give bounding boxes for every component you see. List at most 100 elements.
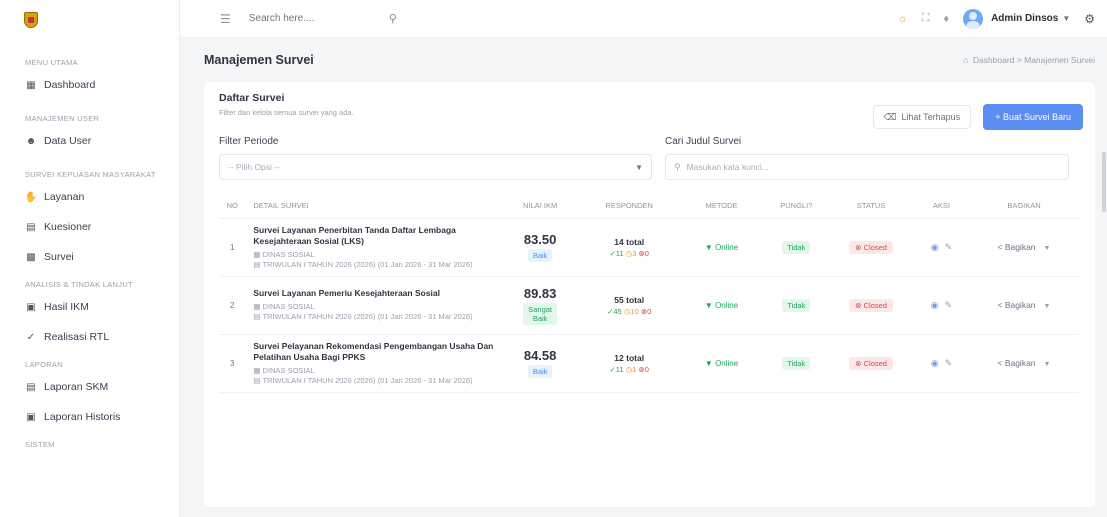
col-bagikan: BAGIKAN xyxy=(968,194,1079,219)
sidebar-item-hasil-ikm[interactable]: ▣ Hasil IKM xyxy=(0,292,179,322)
sidebar-item-realisasi-rtl[interactable]: ✓ Realisasi RTL xyxy=(0,322,179,352)
status-label: Closed xyxy=(863,358,887,368)
sidebar-item-label: Kuesioner xyxy=(44,221,92,233)
responden-total: 55 total xyxy=(614,294,645,305)
sidebar-section-menu-utama: MENU UTAMA xyxy=(25,58,78,67)
resp-red: 0 xyxy=(647,306,652,316)
avatar[interactable] xyxy=(963,8,984,29)
logo-shield-icon xyxy=(24,12,38,28)
global-search-input[interactable] xyxy=(248,13,389,24)
sidebar-item-data-user[interactable]: ☻ Data User xyxy=(0,126,179,156)
chevron-down-icon[interactable]: ▼ xyxy=(1062,14,1070,23)
breadcrumb-home[interactable]: Dashboard xyxy=(973,55,1015,65)
eye-icon[interactable]: ◉ xyxy=(931,242,939,252)
ikm-badge: Baik xyxy=(527,365,553,378)
card-subtitle: Filter dan kelola semua survei yang ada. xyxy=(219,108,354,117)
table-header-row: NO DETAIL SURVEI NILAI IKM RESPONDEN MET… xyxy=(219,194,1079,219)
resp-orange: 1 xyxy=(632,364,637,374)
hand-icon: ✋ xyxy=(24,191,38,203)
share-icon: < xyxy=(997,242,1005,252)
col-status: STATUS xyxy=(828,194,914,219)
pungli-badge: Tidak xyxy=(782,356,811,370)
page-scrollbar[interactable] xyxy=(1101,0,1107,517)
share-label: Bagikan xyxy=(1004,242,1036,252)
search-title-placeholder: Masukan kata kunci... xyxy=(686,162,769,172)
survey-period: TRIWULAN I TAHUN 2026 (2026) (01 Jan 202… xyxy=(262,312,473,321)
col-no: NO xyxy=(219,194,246,219)
fullscreen-icon[interactable]: ⛶ xyxy=(922,12,930,25)
sidebar-item-dashboard[interactable]: ▦ Dashboard xyxy=(0,70,179,100)
bell-icon[interactable]: ♦ xyxy=(943,13,949,25)
edit-icon[interactable]: ✎ xyxy=(945,300,953,310)
status-label: Closed xyxy=(863,300,887,310)
status-badge: ⊗ Closed xyxy=(849,356,893,370)
card-header: Daftar Survei Filter dan kelola semua su… xyxy=(219,82,1083,130)
page-header: Manajemen Survei ⌂ Dashboard > Manajemen… xyxy=(204,38,1095,82)
metode-value: Online xyxy=(715,300,739,310)
scrollbar-thumb[interactable] xyxy=(1102,152,1106,212)
breadcrumb-current: Manajemen Survei xyxy=(1024,55,1095,65)
edit-icon[interactable]: ✎ xyxy=(945,242,953,252)
sidebar-item-kuesioner[interactable]: ▤ Kuesioner xyxy=(0,212,179,242)
search-title-input[interactable]: ⚲ Masukan kata kunci... xyxy=(665,154,1069,180)
filter-periode-select[interactable]: -- Pilih Opsi -- ▼ xyxy=(219,154,652,180)
sidebar-item-laporan-skm[interactable]: ▤ Laporan SKM xyxy=(0,372,179,402)
view-deleted-button[interactable]: ⌫ Lihat Terhapus xyxy=(872,105,972,129)
gear-icon[interactable]: ⚙ xyxy=(1084,12,1095,26)
sidebar-item-label: Survei xyxy=(44,251,74,263)
user-name[interactable]: Admin Dinsos xyxy=(991,13,1058,24)
sidebar-item-layanan[interactable]: ✋ Layanan xyxy=(0,182,179,212)
ikm-badge: Sangat Baik xyxy=(523,302,558,325)
chart-icon: ▣ xyxy=(26,301,36,313)
app-logo[interactable] xyxy=(0,0,179,40)
sidebar-section-manajemen-user: MANAJEMEN USER xyxy=(25,114,100,123)
resp-orange: 3 xyxy=(632,248,637,258)
global-search: ⚲ xyxy=(248,12,419,25)
content: Manajemen Survei ⌂ Dashboard > Manajemen… xyxy=(180,38,1107,507)
chevron-down-icon: ▼ xyxy=(1043,303,1051,310)
chevron-down-icon: ▼ xyxy=(1043,361,1051,368)
sidebar-item-label: Hasil IKM xyxy=(44,301,89,313)
x-circle-icon: ⊗ xyxy=(855,242,864,252)
share-dropdown[interactable]: < Bagikan ▼ xyxy=(968,218,1079,277)
create-survey-button[interactable]: + Buat Survei Baru xyxy=(983,104,1083,130)
chevron-down-icon: ▼ xyxy=(635,162,643,172)
resp-green: 11 xyxy=(615,248,624,258)
chevron-down-icon: ▼ xyxy=(1043,245,1051,252)
sidebar-section-analisis: ANALISIS & TINDAK LANJUT xyxy=(25,280,133,289)
survey-table: NO DETAIL SURVEI NILAI IKM RESPONDEN MET… xyxy=(219,194,1079,393)
eye-icon[interactable]: ◉ xyxy=(931,358,939,368)
sidebar-item-laporan-historis[interactable]: ▣ Laporan Historis xyxy=(0,402,179,432)
grid-icon: ▦ xyxy=(26,79,36,91)
users-icon: ☻ xyxy=(25,135,37,147)
sidebar-item-label: Data User xyxy=(44,135,92,147)
ikm-badge: Baik xyxy=(527,249,553,262)
sidebar-item-label: Dashboard xyxy=(44,79,96,91)
resp-orange: 10 xyxy=(630,306,639,316)
metode-value: Online xyxy=(715,358,739,368)
filter-periode-label: Filter Periode xyxy=(219,136,279,147)
edit-icon[interactable]: ✎ xyxy=(945,358,953,368)
sidebar-item-survei[interactable]: ▩ Survei xyxy=(0,242,179,272)
search-icon[interactable]: ⚲ xyxy=(389,12,397,25)
card-actions: ⌫ Lihat Terhapus + Buat Survei Baru xyxy=(872,104,1083,130)
eye-icon[interactable]: ◉ xyxy=(931,300,939,310)
home-icon: ⌂ xyxy=(963,55,969,65)
survey-period: TRIWULAN I TAHUN 2026 (2026) (01 Jan 202… xyxy=(262,259,473,269)
survey-title: Survei Pelayanan Rekomendasi Pengembanga… xyxy=(253,340,494,362)
share-dropdown[interactable]: < Bagikan ▼ xyxy=(968,276,1079,335)
theme-toggle-icon[interactable]: ☼ xyxy=(898,13,908,25)
table-row: 1 Survei Layanan Penerbitan Tanda Daftar… xyxy=(219,218,1079,277)
create-survey-label: + Buat Survei Baru xyxy=(995,112,1071,122)
survey-period: TRIWULAN I TAHUN 2026 (2026) (01 Jan 202… xyxy=(262,375,473,385)
building-icon: ▦ xyxy=(253,249,263,259)
sidebar-item-label: Laporan SKM xyxy=(44,381,109,393)
table-row: 2 Survei Layanan Pemeriu Kesejahteraan S… xyxy=(219,276,1079,335)
col-aksi: AKSI xyxy=(913,194,969,219)
share-dropdown[interactable]: < Bagikan ▼ xyxy=(968,334,1079,393)
resp-green: 11 xyxy=(615,364,624,374)
responden-total: 14 total xyxy=(614,236,645,247)
menu-toggle-icon[interactable]: ☰ xyxy=(220,12,231,26)
topbar-actions: ☼ ⛶ ♦ Admin Dinsos ▼ ⚙ xyxy=(898,8,1095,29)
col-metode: METODE xyxy=(678,194,765,219)
